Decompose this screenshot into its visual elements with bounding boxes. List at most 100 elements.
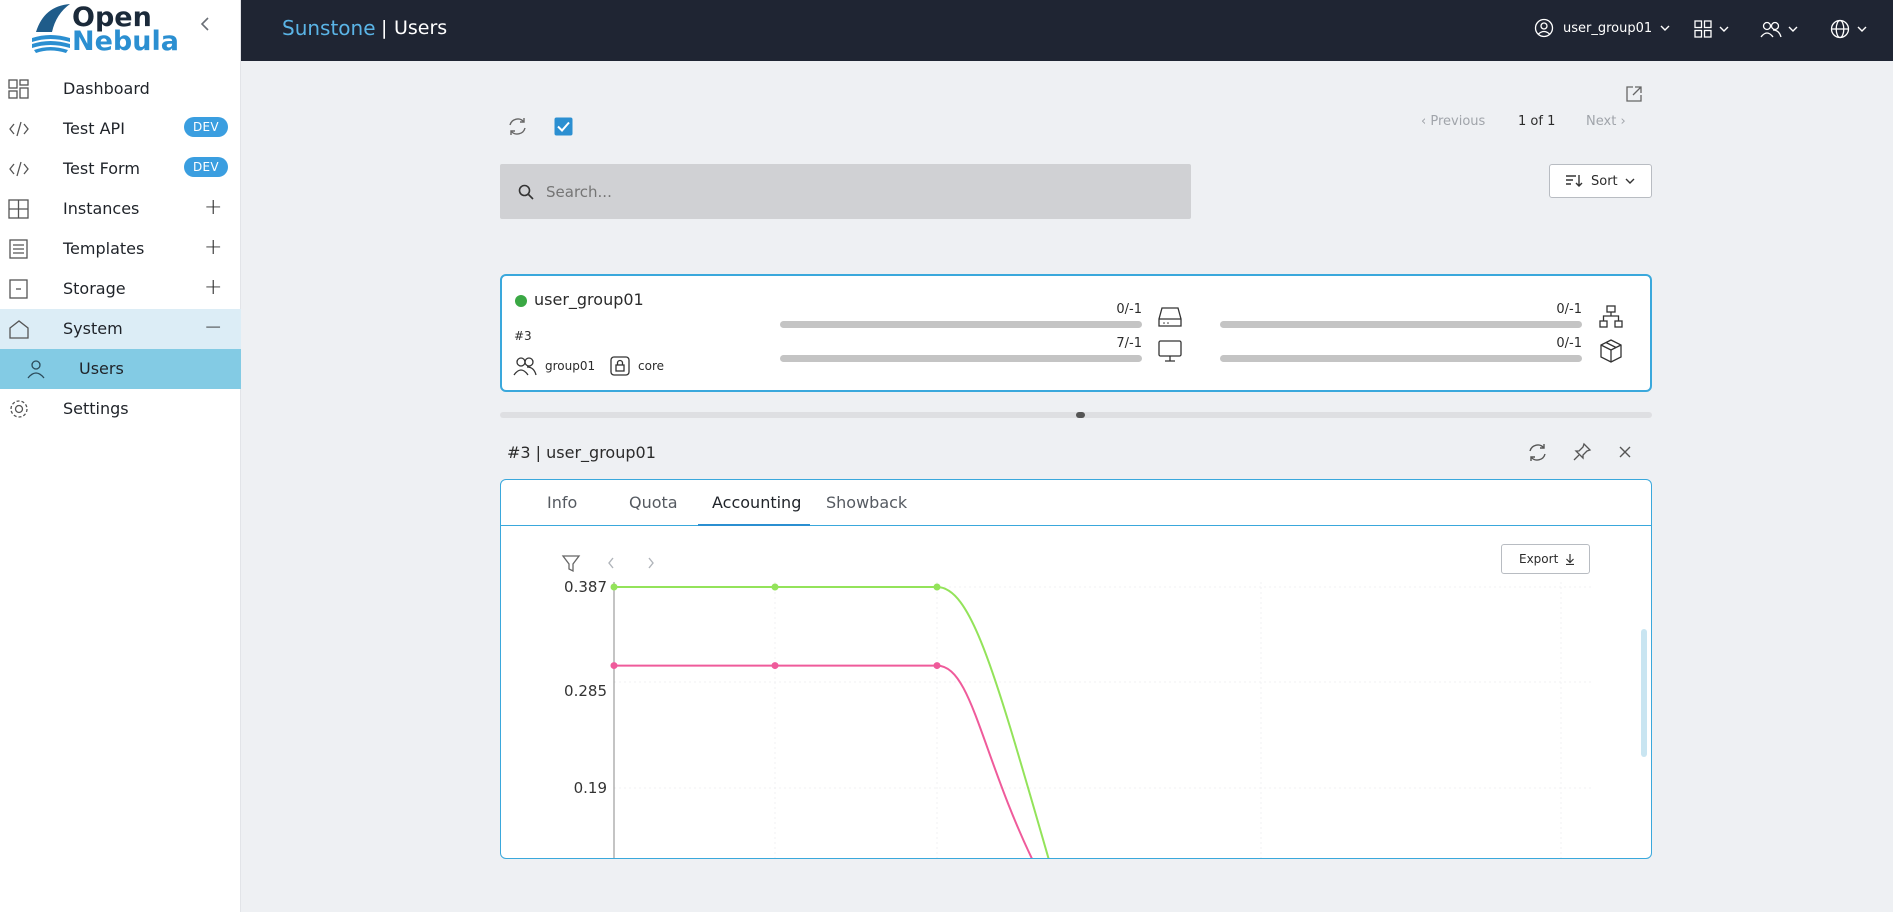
- sidebar-item-test-api[interactable]: Test API DEV: [0, 109, 241, 149]
- tab-quota[interactable]: Quota: [629, 493, 678, 512]
- detail-tabs: Info Quota Accounting Showback: [501, 480, 1651, 526]
- user-icon: [27, 360, 45, 379]
- open-external-button[interactable]: [1625, 85, 1643, 107]
- chevron-right-icon: ›: [1620, 114, 1626, 129]
- sidebar-item-label: Templates: [63, 239, 145, 258]
- drag-handle[interactable]: [1076, 412, 1085, 418]
- globe-icon: [1830, 19, 1850, 39]
- top-bar: Sunstone | Users user_group01: [241, 0, 1893, 61]
- sidebar-item-label: Dashboard: [63, 79, 150, 98]
- close-icon: [1619, 446, 1631, 458]
- pager-info: 1 of 1: [1518, 114, 1556, 129]
- expand-icon[interactable]: +: [204, 235, 222, 260]
- series-point[interactable]: [610, 583, 618, 591]
- external-link-icon: [1626, 86, 1642, 102]
- chevron-down-icon: [1719, 26, 1729, 32]
- user-card[interactable]: user_group01 #3 group01 core 0/-1 0/-1 7…: [500, 274, 1652, 392]
- opennebula-logo-icon: [32, 4, 70, 53]
- pager-next-button[interactable]: Next ›: [1586, 114, 1626, 129]
- sidebar: Open Nebula Dashboard Test API DEV Test …: [0, 0, 241, 912]
- y-tick-label: 0.387: [564, 578, 607, 596]
- expand-icon[interactable]: +: [204, 275, 222, 300]
- refresh-icon: [509, 118, 526, 135]
- series-point[interactable]: [933, 662, 941, 670]
- status-indicator: [515, 295, 527, 307]
- users-icon: [1760, 21, 1782, 38]
- tab-showback[interactable]: Showback: [826, 493, 907, 512]
- pin-button[interactable]: [1572, 442, 1592, 466]
- checkbox-checked-icon: [554, 117, 573, 136]
- export-label: Export: [1519, 552, 1559, 566]
- accounting-chart: 0.387 0.285 0.19 Export: [501, 527, 1651, 858]
- group-name: group01: [545, 359, 596, 373]
- quota-value: 0/-1: [1116, 302, 1142, 317]
- user-name: user_group01: [534, 290, 644, 309]
- tab-accounting[interactable]: Accounting: [712, 493, 801, 512]
- close-button[interactable]: [1618, 444, 1632, 463]
- chart-next-button[interactable]: [648, 557, 654, 569]
- sort-icon: [1566, 175, 1583, 187]
- split-divider[interactable]: [500, 412, 1652, 418]
- quota-bar: [1220, 355, 1582, 362]
- lock-icon: [610, 356, 630, 376]
- collapse-sidebar-button[interactable]: [198, 16, 218, 40]
- sidebar-item-label: Storage: [63, 279, 126, 298]
- detail-title: #3 | user_group01: [507, 443, 656, 462]
- dev-badge: DEV: [184, 117, 228, 137]
- sidebar-item-test-form[interactable]: Test Form DEV: [0, 149, 241, 189]
- chart-prev-button[interactable]: [608, 557, 614, 569]
- sort-label: Sort: [1591, 173, 1618, 189]
- detail-refresh-button[interactable]: [1527, 442, 1548, 467]
- quota-value: 0/-1: [1556, 336, 1582, 351]
- series-point[interactable]: [610, 662, 618, 670]
- quota-bar: [780, 321, 1142, 328]
- expand-icon[interactable]: +: [204, 195, 222, 220]
- sidebar-item-label: Instances: [63, 199, 140, 218]
- refresh-button[interactable]: [507, 116, 528, 141]
- y-tick-label: 0.285: [564, 682, 607, 700]
- user-id: #3: [514, 329, 532, 343]
- page-title: Users: [394, 17, 448, 39]
- sidebar-item-storage[interactable]: Storage +: [0, 269, 241, 309]
- code-icon: [9, 161, 29, 177]
- series-point[interactable]: [933, 583, 941, 591]
- search-input[interactable]: [546, 180, 1146, 204]
- apps-menu-button[interactable]: [1694, 18, 1731, 40]
- apps-grid-icon: [1694, 20, 1712, 38]
- pager-previous-button[interactable]: ‹ Previous: [1421, 114, 1485, 129]
- series-point[interactable]: [771, 583, 779, 591]
- user-menu-button[interactable]: user_group01: [1534, 18, 1672, 38]
- chart-grid: [614, 582, 1591, 858]
- sidebar-item-users[interactable]: Users: [0, 349, 241, 389]
- sidebar-item-instances[interactable]: Instances +: [0, 189, 241, 229]
- zone-menu-button[interactable]: [1830, 18, 1869, 40]
- sidebar-item-settings[interactable]: Settings: [0, 389, 241, 429]
- scrollbar-thumb[interactable]: [1641, 629, 1647, 757]
- series-line: [614, 664, 1033, 858]
- sidebar-item-templates[interactable]: Templates +: [0, 229, 241, 269]
- groups-menu-button[interactable]: [1760, 18, 1800, 40]
- tab-info[interactable]: Info: [547, 493, 577, 512]
- sidebar-item-system[interactable]: System −: [0, 309, 241, 349]
- opennebula-logo[interactable]: Open Nebula: [30, 2, 180, 56]
- sidebar-item-label: System: [63, 319, 123, 338]
- logo-text-nebula: Nebula: [72, 26, 179, 57]
- user-auth: core: [610, 356, 664, 376]
- sidebar-item-dashboard[interactable]: Dashboard: [0, 69, 241, 109]
- chevron-down-icon: [1788, 26, 1798, 32]
- filter-icon: [561, 555, 581, 573]
- active-tab-indicator: [698, 524, 810, 526]
- select-all-checkbox[interactable]: [554, 117, 573, 140]
- export-button[interactable]: Export: [1501, 544, 1590, 574]
- templates-icon: [9, 239, 28, 259]
- sort-button[interactable]: Sort: [1549, 164, 1652, 198]
- collapse-icon[interactable]: −: [204, 315, 222, 340]
- series-point[interactable]: [771, 662, 779, 670]
- chevron-left-icon: [200, 17, 209, 31]
- sidebar-item-label: Test Form: [63, 159, 140, 178]
- search-bar[interactable]: [500, 164, 1191, 219]
- title-separator: |: [381, 17, 388, 39]
- quota-value: 0/-1: [1556, 302, 1582, 317]
- filter-button[interactable]: [561, 555, 581, 573]
- code-icon: [9, 121, 29, 137]
